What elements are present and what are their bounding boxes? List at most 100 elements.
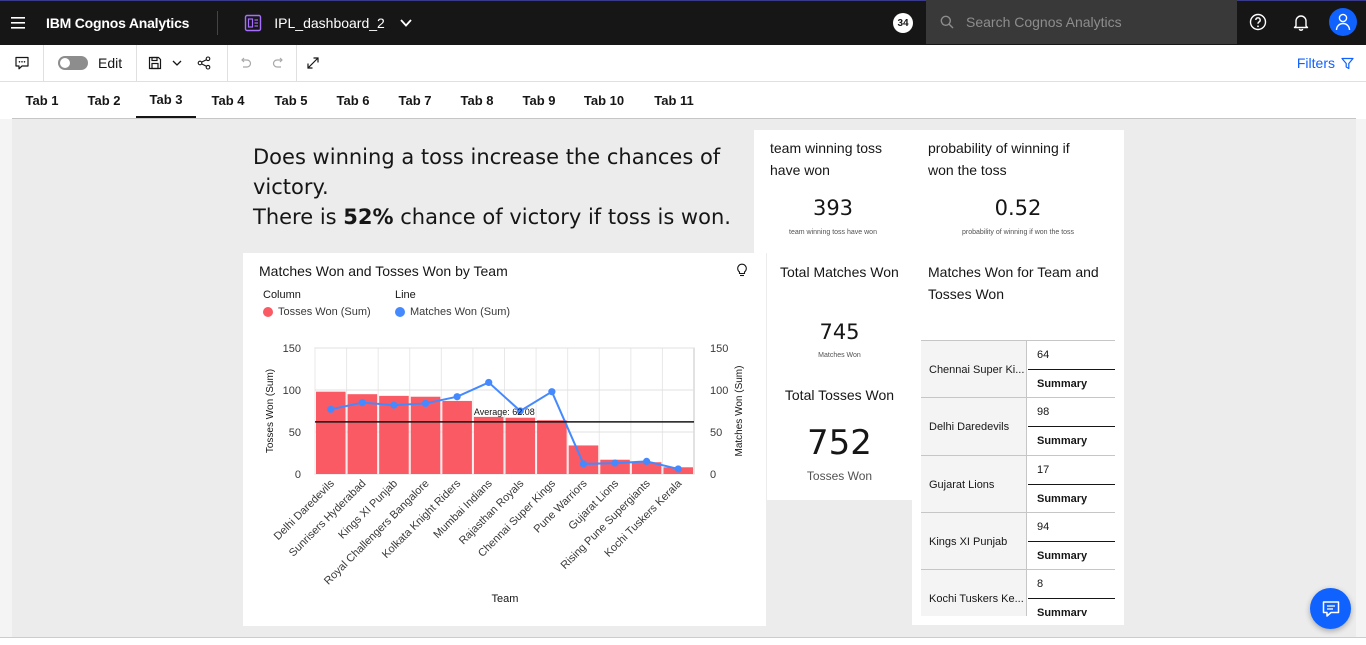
y2-axis-title: Matches Won (Sum) [734,366,745,457]
lightbulb-icon[interactable] [736,263,748,277]
point-royal-challengers-bangalore [421,399,430,408]
bar-kolkata-knight-riders [442,400,472,474]
legend-item-tosses[interactable]: Tosses Won (Sum) [263,306,371,318]
legend-label: Matches Won (Sum) [410,306,511,318]
tab-10[interactable]: Tab 10 [579,82,629,118]
menu-icon[interactable] [0,1,36,45]
legend-line: Line Matches Won (Sum) [395,289,510,318]
tab-2[interactable]: Tab 2 [79,82,129,118]
tab-5[interactable]: Tab 5 [266,82,316,118]
tab-4[interactable]: Tab 4 [203,82,253,118]
combo-chart-widget[interactable]: 0 0 50 50 100 100 150 150 Average: 62.08 Delhi Da… [243,253,766,626]
point-delhi-daredevils [327,405,335,413]
headline-question: Does winning a toss increase the chances… [253,145,721,199]
chevron-down-icon[interactable] [399,16,413,30]
save-options-button[interactable] [167,45,187,81]
y2-tick-label: 0 [710,469,716,481]
kpi-sublabel: Matches Won [818,352,861,359]
kpi-toss-card[interactable]: team winning toss have won 393 team winn… [754,130,1124,253]
fullscreen-button[interactable] [297,45,329,81]
filters-label: Filters [1296,55,1335,71]
kpi-label: team winning toss have won [770,140,883,178]
headline-answer-suffix: chance of victory if toss is won. [393,205,731,229]
tab-1[interactable]: Tab 1 [17,82,67,118]
table-row[interactable]: Kochi Tuskers Ke... 8 Summary [921,569,1115,616]
headline-text: Does winning a toss increase the chances… [253,142,748,232]
comment-button[interactable] [0,45,43,81]
summary-label: Summary [1037,435,1088,447]
tab-6[interactable]: Tab 6 [328,82,378,118]
edit-label: Edit [98,55,123,71]
headline-answer-prefix: There is [253,205,344,229]
expand-icon [307,57,319,69]
search-bar[interactable] [926,0,1237,44]
undo-button[interactable] [228,45,262,81]
tab-3[interactable]: Tab 3 [136,82,196,118]
y-tick-label: 100 [283,385,301,397]
team-name: Gujarat Lions [921,456,1027,513]
user-avatar[interactable] [1329,8,1357,36]
search-input[interactable] [966,14,1216,30]
team-name: Kings XI Punjab [921,513,1027,570]
point-pune-warriors [579,460,588,468]
chat-assistant-button[interactable] [1310,588,1351,629]
edit-toggle[interactable] [58,56,88,70]
tab-7[interactable]: Tab 7 [390,82,440,118]
toolbar-divider [136,45,138,81]
x-axis-title: Team [492,593,519,605]
team-name: Chennai Super Ki... [921,341,1027,398]
filters-button[interactable]: Filters [1297,55,1354,71]
kpi-label: Total Tosses Won [784,387,895,403]
filter-icon [1341,57,1354,69]
bar-pune-warriors [568,445,599,474]
user-icon [1335,13,1351,31]
chart-title: Matches Won and Tosses Won by Team [259,263,508,279]
brand-name[interactable]: IBM Cognos Analytics [46,15,189,31]
bar-royal-challengers-bangalore [410,396,441,474]
bar-delhi-daredevils [316,391,346,474]
kpi-matches-card[interactable]: Total Matches Won 745 Matches Won Total … [767,253,912,500]
kpi-label: probability of winning if won the toss [928,140,1070,178]
kpi-value: 0.52 [994,196,1042,220]
point-chennai-super-kings [548,388,556,396]
search-icon [940,15,954,29]
tab-8[interactable]: Tab 8 [452,82,502,118]
table-row[interactable]: Delhi Daredevils 98 Summary [921,397,1115,455]
table-row[interactable]: Kings XI Punjab 94 Summary [921,512,1115,570]
canvas-bottom-bar [0,637,1366,645]
summary-label: Summary [1037,550,1088,562]
redo-button[interactable] [262,45,296,81]
matches-value: 17 [1028,456,1115,485]
legend-swatch [263,307,273,317]
save-button[interactable] [143,45,167,81]
notification-bell-icon[interactable] [1291,12,1311,32]
average-label: Average: 62.08 [474,407,535,417]
notification-count-badge[interactable]: 34 [893,13,913,33]
save-icon [149,56,162,70]
dashboard-title[interactable]: IPL_dashboard_2 [274,15,385,31]
summary-label: Summary [1037,607,1088,616]
table-row[interactable]: Chennai Super Ki... 64 Summary [921,340,1115,398]
y2-tick-label: 50 [710,427,722,439]
matches-value: 98 [1028,398,1115,427]
legend-line-heading: Line [395,289,416,301]
point-mumbai-indians [485,378,493,387]
point-gujarat-lions [611,459,619,467]
crosstab-table[interactable]: Chennai Super Ki... 64 Summary Delhi Dar… [921,340,1115,616]
table-row[interactable]: Gujarat Lions 17 Summary [921,455,1115,513]
matches-value: 94 [1028,513,1115,542]
dashboard-icon [245,14,262,32]
y2-tick-label: 150 [710,343,728,355]
headline-answer: There is 52% chance of victory if toss i… [253,202,748,232]
y-tick-label: 0 [295,469,301,481]
comment-icon [14,56,29,70]
legend-column-heading: Column [263,289,301,301]
kpi-value: 752 [807,423,872,463]
team-name: Kochi Tuskers Ke... [921,570,1027,616]
legend-item-matches[interactable]: Matches Won (Sum) [395,306,510,318]
share-button[interactable] [187,45,221,81]
tab-9[interactable]: Tab 9 [514,82,564,118]
team-name: Delhi Daredevils [921,398,1027,455]
help-icon[interactable] [1248,12,1268,32]
tab-11[interactable]: Tab 11 [649,82,699,118]
